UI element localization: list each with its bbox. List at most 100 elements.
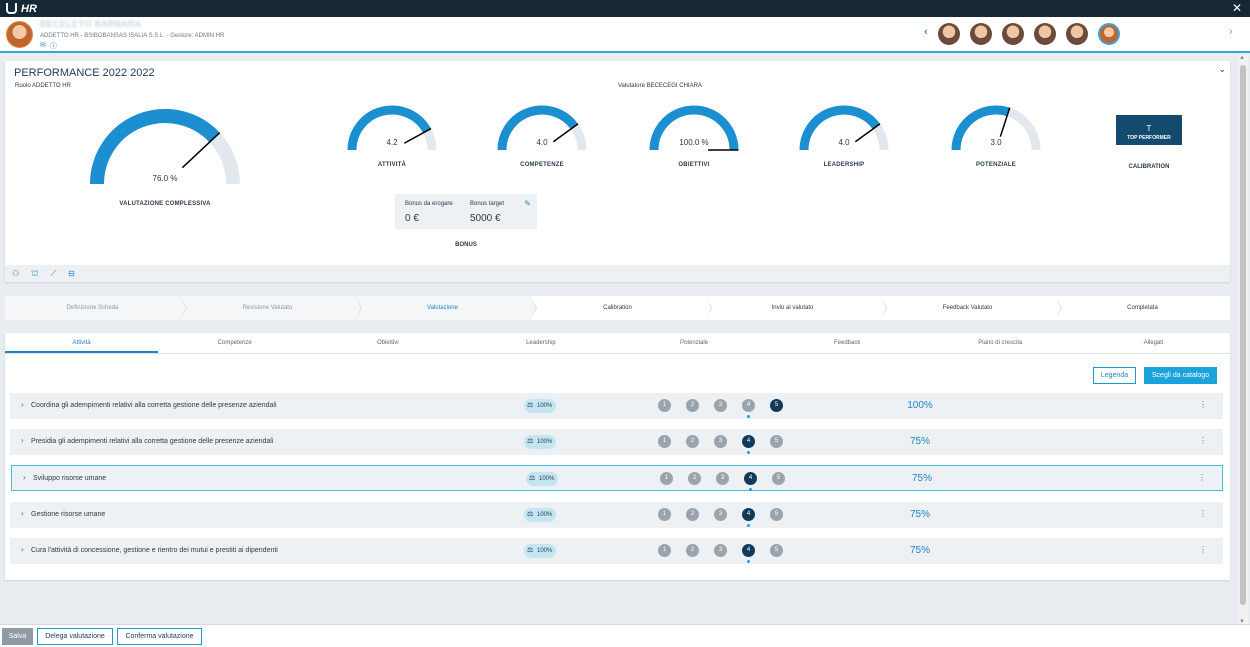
- score-button[interactable]: 2: [686, 508, 699, 521]
- tab-item[interactable]: Attività: [5, 333, 159, 353]
- book-icon[interactable]: ⊟: [68, 269, 75, 278]
- activity-percent: 75%: [909, 436, 930, 447]
- chevron-right-icon[interactable]: ›: [23, 473, 26, 482]
- more-icon[interactable]: ⋮: [1199, 509, 1207, 518]
- score-button[interactable]: 3: [714, 508, 727, 521]
- chevron-right-icon[interactable]: ›: [21, 436, 24, 445]
- chart-icon[interactable]: ⟋: [51, 269, 57, 279]
- user-bar: BECELETO BARBARA ADDETTO HR - BSIBOBANSA…: [0, 17, 1250, 53]
- gauge-label: OBIETTIVI: [678, 162, 710, 168]
- more-icon[interactable]: ⋮: [1199, 436, 1207, 445]
- score-button[interactable]: 1: [658, 435, 671, 448]
- chevron-right-icon[interactable]: ›: [21, 509, 24, 518]
- overall-gauge: 76.0 % VALUTAZIONE COMPLESSIVA: [85, 106, 245, 207]
- team-avatar[interactable]: [1066, 23, 1088, 45]
- score-button[interactable]: 4: [742, 435, 755, 454]
- scegli-catalogo-button[interactable]: Scegli da catalogo: [1144, 367, 1217, 384]
- tab-item[interactable]: Competenze: [158, 333, 311, 353]
- score-button[interactable]: 5: [770, 544, 783, 557]
- salva-button[interactable]: Salva: [2, 628, 33, 645]
- score-button[interactable]: 1: [658, 508, 671, 521]
- step-item[interactable]: Invio al valutato: [705, 296, 887, 320]
- table-row[interactable]: › Sviluppo risorse umane 100% 1 2 3 4 5 75% ⋮: [11, 465, 1223, 491]
- score-button[interactable]: 4: [742, 544, 755, 563]
- legenda-button[interactable]: Legenda: [1093, 367, 1136, 384]
- gauge-obiettivi: 100.0 % OBIETTIVI: [645, 102, 743, 168]
- delega-button[interactable]: Delega valutazione: [37, 628, 113, 645]
- score-button[interactable]: 1: [658, 399, 671, 412]
- activity-percent: 75%: [911, 473, 932, 484]
- user-icon[interactable]: ⚇: [12, 269, 19, 278]
- conferma-button[interactable]: Conferma valutazione: [117, 628, 202, 645]
- chevron-right-icon[interactable]: ›: [1229, 26, 1233, 38]
- score-button[interactable]: 3: [714, 435, 727, 448]
- close-icon[interactable]: ✕: [1232, 1, 1242, 15]
- activity-percent: 75%: [909, 545, 930, 556]
- mail-icon[interactable]: ✉: [40, 41, 46, 51]
- weight-badge: 100%: [524, 508, 556, 522]
- score-selector: 1 2 3 4 5: [658, 435, 783, 454]
- activity-percent: 100%: [907, 400, 933, 411]
- score-button[interactable]: 5: [770, 399, 783, 412]
- tab-bar: Attività Competenze Obiettivi Leadership Pot…: [5, 333, 1230, 354]
- score-button[interactable]: 2: [688, 472, 701, 485]
- table-row[interactable]: › Cura l'attività di concessione, gestion…: [10, 538, 1223, 564]
- step-item[interactable]: Feedback Valutato: [880, 296, 1062, 320]
- score-button[interactable]: 3: [716, 472, 729, 485]
- tab-item[interactable]: Feedback: [771, 333, 924, 353]
- chevron-right-icon[interactable]: ›: [21, 400, 24, 409]
- score-button[interactable]: 4: [742, 399, 755, 418]
- team-avatar-selected[interactable]: [1098, 23, 1120, 45]
- step-item[interactable]: Revisione Valutato: [180, 296, 362, 320]
- info-icon[interactable]: ⓘ: [50, 41, 57, 51]
- score-selector: 1 2 3 4 5: [658, 399, 783, 418]
- tab-item[interactable]: Piano di crescita: [924, 333, 1077, 353]
- calibration-button[interactable]: T TOP PERFORMER: [1116, 115, 1182, 145]
- more-icon[interactable]: ⋮: [1199, 545, 1207, 554]
- score-button[interactable]: 5: [770, 508, 783, 521]
- team-avatar[interactable]: [970, 23, 992, 45]
- chevron-down-icon[interactable]: ⌄: [1218, 64, 1226, 75]
- table-row[interactable]: › Gestione risorse umane 100% 1 2 3 4 5 75% ⋮: [10, 502, 1223, 528]
- table-row[interactable]: › Coordina gli adempimenti relativi alla …: [10, 393, 1223, 419]
- team-avatar[interactable]: [1034, 23, 1056, 45]
- team-avatar[interactable]: [1002, 23, 1024, 45]
- user-name: BECELETO BARBARA: [40, 19, 142, 29]
- score-button[interactable]: 3: [714, 544, 727, 557]
- score-button[interactable]: 1: [658, 544, 671, 557]
- tab-item[interactable]: Potenziale: [618, 333, 771, 353]
- score-button[interactable]: 5: [772, 472, 785, 485]
- step-item[interactable]: Valutazione: [355, 296, 537, 320]
- chevron-right-icon[interactable]: ›: [21, 545, 24, 554]
- tab-item[interactable]: Leadership: [464, 333, 617, 353]
- score-marker: [747, 451, 750, 454]
- more-icon[interactable]: ⋮: [1198, 473, 1206, 482]
- user-icons: ✉ ⓘ: [40, 41, 57, 51]
- score-button[interactable]: 2: [686, 544, 699, 557]
- avatar[interactable]: [6, 21, 33, 48]
- org-icon[interactable]: ⛫: [31, 269, 38, 279]
- chevron-left-icon[interactable]: ‹: [924, 26, 928, 38]
- gauge-competenze: 4.0 COMPETENZE: [493, 102, 591, 168]
- score-button[interactable]: 2: [686, 399, 699, 412]
- team-avatar[interactable]: [938, 23, 960, 45]
- scrollbar-thumb[interactable]: [1240, 65, 1246, 605]
- step-item[interactable]: Completata: [1055, 296, 1230, 320]
- tab-item[interactable]: Obiettivi: [311, 333, 464, 353]
- tab-item[interactable]: Allegati: [1077, 333, 1230, 353]
- score-button[interactable]: 5: [770, 435, 783, 448]
- score-button[interactable]: 4: [744, 472, 757, 491]
- pencil-icon[interactable]: ✎: [524, 199, 531, 208]
- score-button[interactable]: 2: [686, 435, 699, 448]
- scrollbar[interactable]: ▲ ▼: [1238, 55, 1248, 625]
- more-icon[interactable]: ⋮: [1199, 400, 1207, 409]
- scroll-up-icon[interactable]: ▲: [1239, 55, 1245, 61]
- score-button[interactable]: 3: [714, 399, 727, 412]
- table-row[interactable]: › Presidia gli adempimenti relativi alla …: [10, 429, 1223, 455]
- score-button[interactable]: 4: [742, 508, 755, 527]
- score-button[interactable]: 1: [660, 472, 673, 485]
- step-item[interactable]: Calibration: [530, 296, 712, 320]
- step-item[interactable]: Definizione Scheda: [5, 296, 187, 320]
- gauge-potenziale: 3.0 POTENZIALE: [947, 102, 1045, 168]
- score-marker: [747, 560, 750, 563]
